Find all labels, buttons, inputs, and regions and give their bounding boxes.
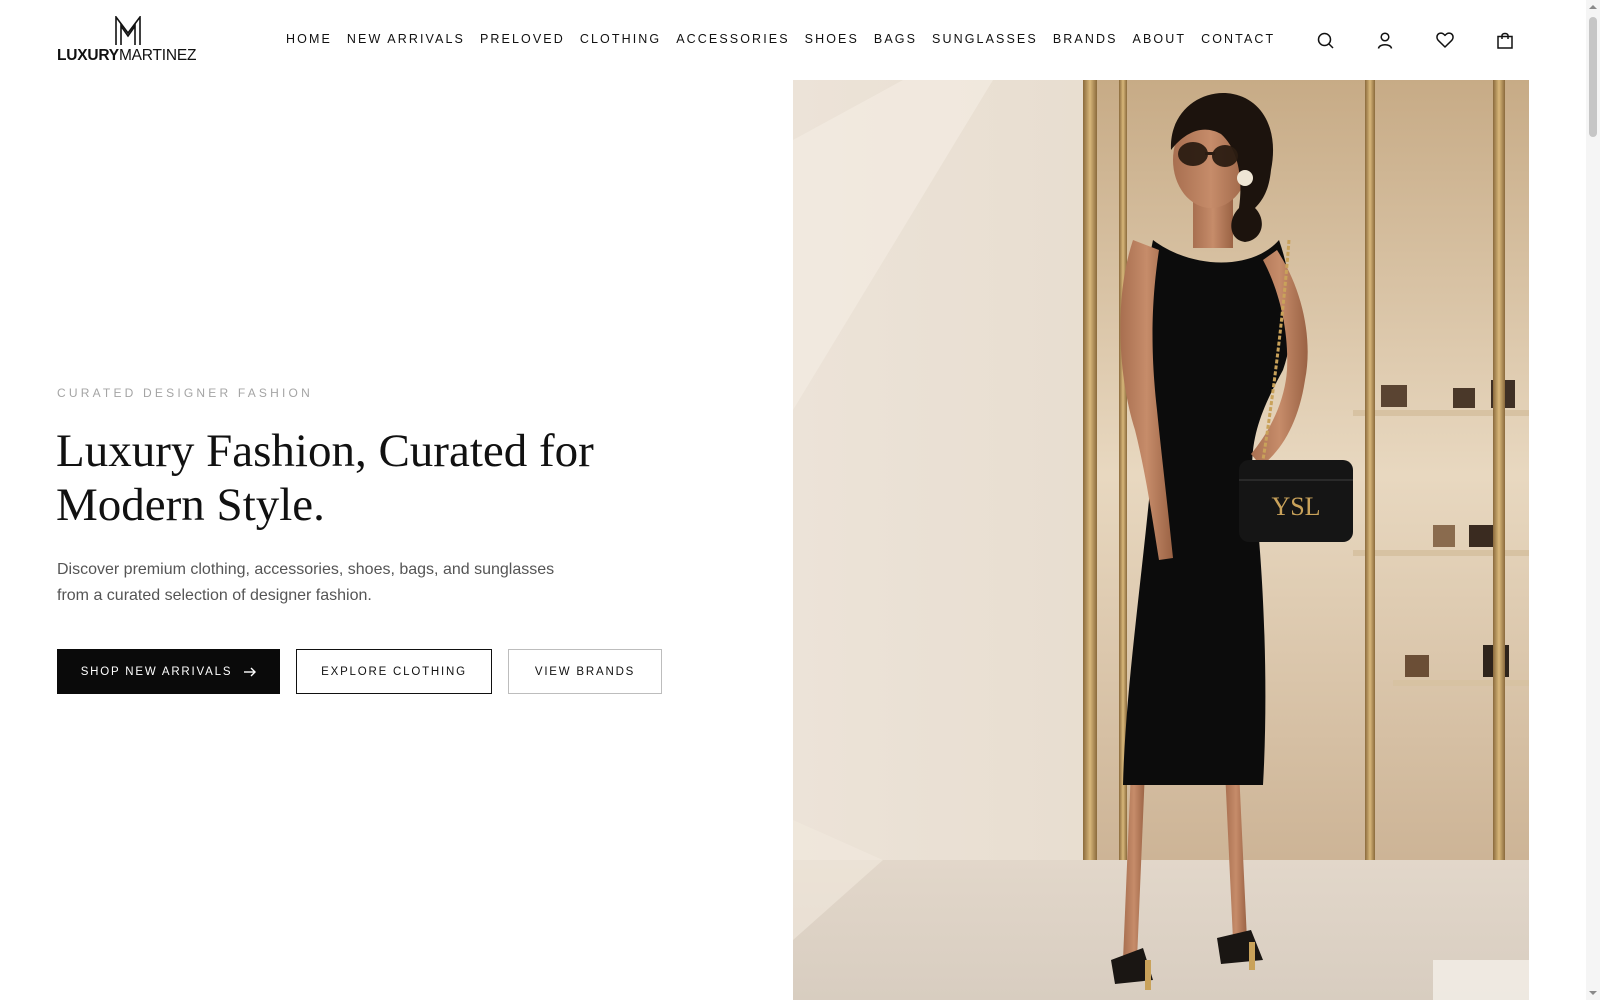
nav-item-new-arrivals[interactable]: NEW ARRIVALS — [347, 31, 465, 47]
nav-item-about[interactable]: ABOUT — [1133, 31, 1187, 47]
shop-new-arrivals-label: SHOP NEW ARRIVALS — [80, 665, 233, 678]
nav-item-bags[interactable]: BAGS — [874, 31, 917, 47]
scroll-up-icon[interactable] — [1589, 3, 1597, 11]
logo-text-bold: LUXURY — [57, 47, 119, 64]
model-photo: YSL — [793, 80, 1529, 1000]
hero-headline-line-2: Modern Style. — [56, 479, 325, 531]
view-brands-button[interactable]: VIEW BRANDS — [508, 649, 662, 694]
hero-subtext-line-2: from a curated selection of designer fas… — [57, 587, 372, 604]
header-icons — [1314, 29, 1516, 51]
explore-clothing-button[interactable]: EXPLORE CLOTHING — [296, 649, 492, 694]
nav-item-clothing[interactable]: CLOTHING — [580, 31, 661, 47]
nav-item-preloved[interactable]: PRELOVED — [480, 31, 565, 47]
svg-text:YSL: YSL — [1271, 492, 1320, 521]
hero-subtext: Discover premium clothing, accessories, … — [57, 557, 567, 609]
shop-new-arrivals-button[interactable]: SHOP NEW ARRIVALS — [57, 649, 280, 694]
logo[interactable]: LUXURYMARTINEZ — [57, 16, 202, 66]
scroll-thumb[interactable] — [1589, 17, 1597, 137]
scroll-down-icon[interactable] — [1589, 989, 1597, 997]
site-header: LUXURYMARTINEZ HOME NEW ARRIVALS PRELOVE… — [0, 0, 1600, 80]
hero-headline: Luxury Fashion, Curated for Modern Style… — [56, 424, 676, 532]
hero-eyebrow: CURATED DESIGNER FASHION — [57, 386, 313, 400]
hero-headline-line-1: Luxury Fashion, Curated for — [56, 425, 594, 477]
hero-subtext-line-1: Discover premium clothing, accessories, … — [57, 561, 555, 578]
nav-item-accessories[interactable]: ACCESSORIES — [676, 31, 789, 47]
hero-image: YSL — [793, 80, 1529, 1000]
arrow-right-icon — [244, 667, 257, 677]
mm-monogram-icon — [115, 16, 141, 45]
shopping-bag-icon[interactable] — [1494, 29, 1516, 51]
logo-text-light: MARTINEZ — [118, 47, 197, 64]
nav-item-shoes[interactable]: SHOES — [805, 31, 859, 47]
nav-item-contact[interactable]: CONTACT — [1201, 31, 1275, 47]
nav-item-sunglasses[interactable]: SUNGLASSES — [932, 31, 1038, 47]
nav-item-home[interactable]: HOME — [286, 31, 332, 47]
logo-text: LUXURYMARTINEZ — [57, 47, 196, 65]
heart-icon[interactable] — [1434, 29, 1456, 51]
user-icon[interactable] — [1374, 29, 1396, 51]
search-icon[interactable] — [1314, 29, 1336, 51]
main-nav: HOME NEW ARRIVALS PRELOVED CLOTHING ACCE… — [286, 31, 1290, 47]
page-scrollbar[interactable] — [1586, 0, 1600, 1000]
nav-item-brands[interactable]: BRANDS — [1053, 31, 1118, 47]
hero-buttons: SHOP NEW ARRIVALS EXPLORE CLOTHING VIEW … — [57, 649, 678, 694]
